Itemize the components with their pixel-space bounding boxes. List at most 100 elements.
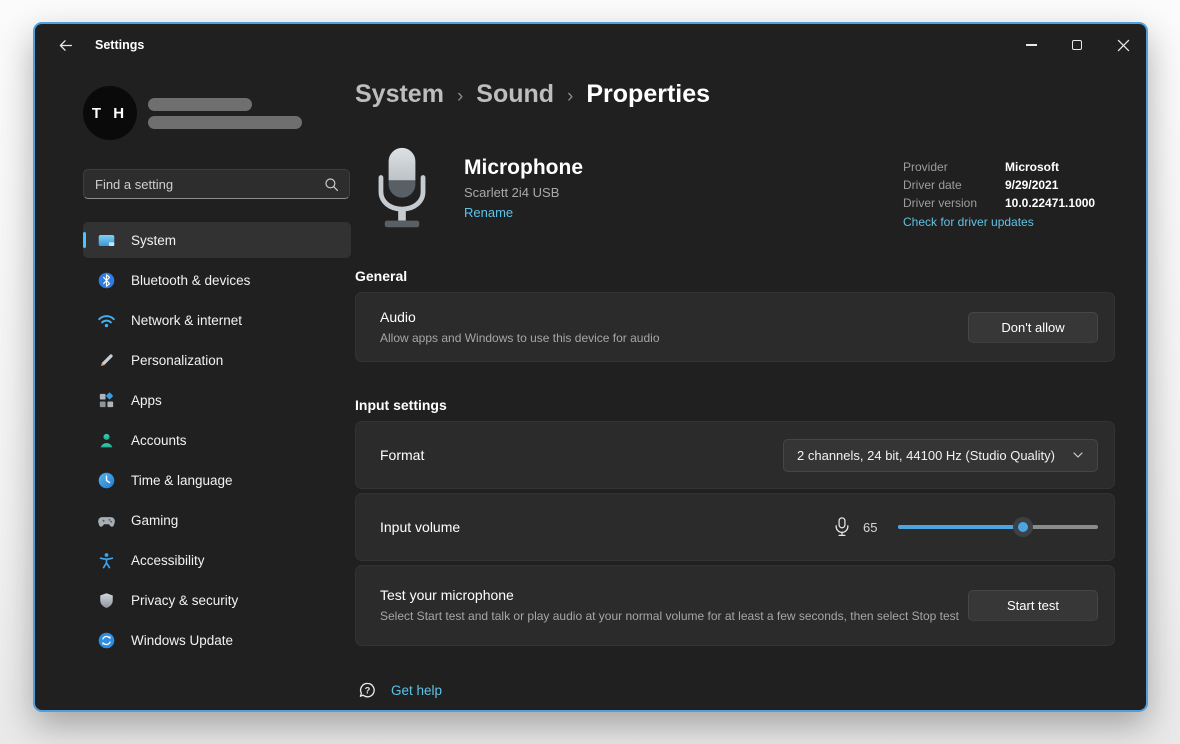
input-volume-label: Input volume bbox=[380, 519, 832, 535]
check-driver-updates-link[interactable]: Check for driver updates bbox=[903, 215, 1034, 229]
breadcrumb-sound[interactable]: Sound bbox=[476, 80, 554, 109]
selected-indicator bbox=[83, 232, 86, 248]
search-box[interactable] bbox=[83, 169, 350, 199]
general-section-title: General bbox=[355, 268, 407, 284]
driver-info: Provider Microsoft Driver date 9/29/2021… bbox=[903, 146, 1115, 239]
window-controls bbox=[1008, 24, 1146, 66]
start-test-button[interactable]: Start test bbox=[968, 590, 1098, 621]
back-arrow-icon bbox=[57, 37, 74, 54]
chevron-down-icon bbox=[1072, 449, 1084, 461]
driver-date-value: 9/29/2021 bbox=[1005, 178, 1115, 192]
breadcrumb: System › Sound › Properties bbox=[355, 80, 710, 109]
system-icon bbox=[96, 230, 116, 250]
search-icon bbox=[323, 176, 340, 193]
device-name: Microphone bbox=[464, 156, 583, 180]
audio-description: Allow apps and Windows to use this devic… bbox=[380, 330, 968, 346]
breadcrumb-separator: › bbox=[457, 86, 463, 108]
sidebar-item-label: Apps bbox=[131, 393, 162, 408]
settings-window: Settings T H bbox=[33, 22, 1148, 712]
format-card: Format 2 channels, 24 bit, 44100 Hz (Stu… bbox=[355, 421, 1115, 489]
sidebar-item-system[interactable]: System bbox=[83, 222, 351, 258]
sidebar-item-label: Bluetooth & devices bbox=[131, 273, 250, 288]
sidebar-item-network-internet[interactable]: Network & internet bbox=[83, 302, 351, 338]
device-info: Microphone Scarlett 2i4 USB Rename bbox=[464, 146, 583, 239]
sidebar-item-accessibility[interactable]: Accessibility bbox=[83, 542, 351, 578]
svg-text:?: ? bbox=[365, 685, 371, 695]
account-area[interactable]: T H bbox=[83, 86, 353, 140]
sidebar-item-label: Time & language bbox=[131, 473, 233, 488]
accounts-icon bbox=[96, 430, 116, 450]
bluetooth-icon bbox=[96, 270, 116, 290]
avatar: T H bbox=[83, 86, 137, 140]
redacted-account-name bbox=[148, 98, 252, 111]
close-icon bbox=[1117, 39, 1130, 52]
maximize-icon bbox=[1072, 40, 1082, 50]
driver-date-label: Driver date bbox=[903, 178, 991, 192]
minimize-icon bbox=[1026, 44, 1037, 46]
breadcrumb-separator: › bbox=[567, 86, 573, 108]
breadcrumb-system[interactable]: System bbox=[355, 80, 444, 109]
sidebar-item-personalization[interactable]: Personalization bbox=[83, 342, 351, 378]
sidebar-nav: System Bluetooth & devices Network & int… bbox=[83, 222, 351, 662]
redacted-account-email bbox=[148, 116, 302, 129]
network-icon bbox=[96, 310, 116, 330]
accessibility-icon bbox=[96, 550, 116, 570]
app-title: Settings bbox=[95, 38, 144, 52]
sidebar-item-bluetooth-devices[interactable]: Bluetooth & devices bbox=[83, 262, 351, 298]
microphone-device-icon bbox=[373, 146, 431, 239]
sidebar-item-gaming[interactable]: Gaming bbox=[83, 502, 351, 538]
sidebar-item-apps[interactable]: Apps bbox=[83, 382, 351, 418]
audio-permission-card: Audio Allow apps and Windows to use this… bbox=[355, 292, 1115, 362]
volume-slider-fill bbox=[898, 525, 1023, 529]
titlebar: Settings bbox=[35, 24, 1146, 66]
test-microphone-description: Select Start test and talk or play audio… bbox=[380, 608, 968, 624]
windows-update-icon bbox=[96, 630, 116, 650]
breadcrumb-properties: Properties bbox=[586, 80, 710, 109]
sidebar-item-label: Personalization bbox=[131, 353, 223, 368]
microphone-icon bbox=[832, 515, 852, 539]
driver-provider-label: Provider bbox=[903, 160, 991, 174]
get-help-link[interactable]: Get help bbox=[391, 683, 442, 698]
personalization-icon bbox=[96, 350, 116, 370]
audio-title: Audio bbox=[380, 309, 968, 325]
sidebar-item-label: System bbox=[131, 233, 176, 248]
input-settings-section-title: Input settings bbox=[355, 397, 447, 413]
close-button[interactable] bbox=[1100, 24, 1146, 66]
sidebar-item-privacy-security[interactable]: Privacy & security bbox=[83, 582, 351, 618]
test-microphone-card: Test your microphone Select Start test a… bbox=[355, 565, 1115, 646]
input-volume-label-wrap: Input volume bbox=[380, 519, 832, 535]
sidebar-item-label: Accounts bbox=[131, 433, 187, 448]
device-header: Microphone Scarlett 2i4 USB Rename Provi… bbox=[355, 146, 1115, 239]
input-volume-value: 65 bbox=[863, 520, 885, 535]
rename-link[interactable]: Rename bbox=[464, 205, 513, 220]
gaming-icon bbox=[96, 510, 116, 530]
driver-provider-value: Microsoft bbox=[1005, 160, 1115, 174]
sidebar-item-accounts[interactable]: Accounts bbox=[83, 422, 351, 458]
dont-allow-button[interactable]: Don't allow bbox=[968, 312, 1098, 343]
maximize-button[interactable] bbox=[1054, 24, 1100, 66]
sidebar-item-label: Accessibility bbox=[131, 553, 205, 568]
test-microphone-title: Test your microphone bbox=[380, 587, 968, 603]
minimize-button[interactable] bbox=[1008, 24, 1054, 66]
get-help-row: ? Get help bbox=[357, 680, 442, 701]
format-label-wrap: Format bbox=[380, 447, 783, 463]
search-input[interactable] bbox=[95, 177, 323, 192]
driver-version-label: Driver version bbox=[903, 196, 991, 210]
driver-version-value: 10.0.22471.1000 bbox=[1005, 196, 1115, 210]
sidebar-item-label: Windows Update bbox=[131, 633, 233, 648]
format-value: 2 channels, 24 bit, 44100 Hz (Studio Qua… bbox=[797, 448, 1055, 463]
back-button[interactable] bbox=[49, 29, 81, 61]
privacy-security-icon bbox=[96, 590, 116, 610]
device-model: Scarlett 2i4 USB bbox=[464, 185, 583, 200]
format-dropdown[interactable]: 2 channels, 24 bit, 44100 Hz (Studio Qua… bbox=[783, 439, 1098, 472]
redacted-account-info bbox=[148, 98, 302, 129]
audio-permission-text: Audio Allow apps and Windows to use this… bbox=[380, 309, 968, 346]
input-volume-slider[interactable] bbox=[898, 517, 1098, 537]
sidebar-item-time-language[interactable]: Time & language bbox=[83, 462, 351, 498]
sidebar-item-windows-update[interactable]: Windows Update bbox=[83, 622, 351, 658]
sidebar-item-label: Network & internet bbox=[131, 313, 242, 328]
sidebar-item-label: Privacy & security bbox=[131, 593, 238, 608]
volume-slider-thumb[interactable] bbox=[1013, 517, 1033, 537]
help-icon: ? bbox=[357, 680, 378, 701]
input-volume-card: Input volume 65 bbox=[355, 493, 1115, 561]
